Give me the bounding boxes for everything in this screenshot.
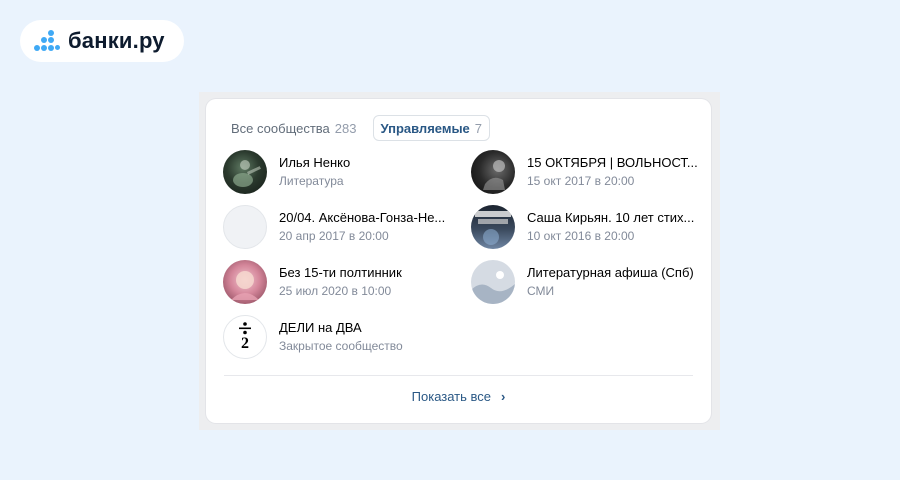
community-item[interactable]: 2 ДЕЛИ на ДВА Закрытое сообщество — [223, 315, 403, 359]
banki-logo: банки.ру — [20, 20, 184, 62]
avatar[interactable] — [471, 205, 515, 249]
avatar[interactable] — [471, 150, 515, 194]
guitarist-photo-icon — [233, 160, 261, 187]
communities-card: Все сообщества 283 Управляемые 7 Илья Не… — [206, 99, 711, 423]
image-placeholder-icon — [471, 271, 515, 304]
community-item[interactable]: Без 15-ти полтинник 25 июл 2020 в 10:00 — [223, 260, 402, 304]
tab-count: 7 — [474, 120, 483, 136]
community-item[interactable]: 20/04. Аксёнова-Гонза-Не... 20 апр 2017 … — [223, 205, 445, 249]
community-title[interactable]: 20/04. Аксёнова-Гонза-Не... — [279, 209, 445, 226]
event-poster-icon — [475, 211, 511, 245]
community-title[interactable]: Без 15-ти полтинник — [279, 264, 402, 281]
baby-photo-icon — [231, 271, 259, 300]
tab-count: 283 — [334, 120, 357, 136]
community-item[interactable]: 15 ОКТЯБРЯ | ВОЛЬНОСТ... 15 окт 2017 в 2… — [471, 150, 698, 194]
community-title[interactable]: Илья Ненко — [279, 154, 350, 171]
chevron-right-icon: › — [501, 389, 506, 404]
community-subtitle: СМИ — [527, 284, 555, 298]
avatar[interactable] — [223, 260, 267, 304]
community-title[interactable]: ДЕЛИ на ДВА — [279, 319, 403, 336]
division-digit: 2 — [241, 335, 249, 352]
community-tabs: Все сообщества 283 Управляемые 7 — [224, 115, 491, 141]
tab-managed[interactable]: Управляемые 7 — [372, 115, 491, 141]
community-subtitle: 25 июл 2020 в 10:00 — [279, 284, 392, 298]
tab-label: Все сообщества — [231, 120, 330, 136]
concert-photo-icon — [483, 160, 505, 190]
show-all-label[interactable]: Показать все — [412, 389, 491, 404]
tab-all-communities[interactable]: Все сообщества 283 — [224, 115, 364, 141]
community-item[interactable]: Илья Ненко Литература — [223, 150, 350, 194]
logo-text: банки.ру — [68, 28, 165, 53]
community-item[interactable]: Литературная афиша (Спб) СМИ — [471, 260, 694, 304]
divider — [224, 375, 693, 376]
tab-label: Управляемые — [380, 120, 470, 136]
community-subtitle: Литература — [279, 174, 344, 188]
community-subtitle: 20 апр 2017 в 20:00 — [279, 229, 389, 243]
avatar[interactable]: 2 — [223, 315, 267, 359]
community-item[interactable]: Саша Кирьян. 10 лет стих... 10 окт 2016 … — [471, 205, 694, 249]
community-subtitle: 15 окт 2017 в 20:00 — [527, 174, 635, 188]
show-all-link[interactable]: Показать все › — [206, 387, 711, 407]
avatar[interactable] — [471, 260, 515, 304]
community-title[interactable]: 15 ОКТЯБРЯ | ВОЛЬНОСТ... — [527, 154, 698, 171]
avatar[interactable] — [223, 150, 267, 194]
dots-logo-icon — [34, 30, 60, 52]
community-subtitle: 10 окт 2016 в 20:00 — [527, 229, 635, 243]
avatar[interactable] — [223, 205, 267, 249]
community-subtitle: Закрытое сообщество — [279, 339, 403, 353]
community-title[interactable]: Литературная афиша (Спб) — [527, 264, 694, 281]
community-title[interactable]: Саша Кирьян. 10 лет стих... — [527, 209, 694, 226]
